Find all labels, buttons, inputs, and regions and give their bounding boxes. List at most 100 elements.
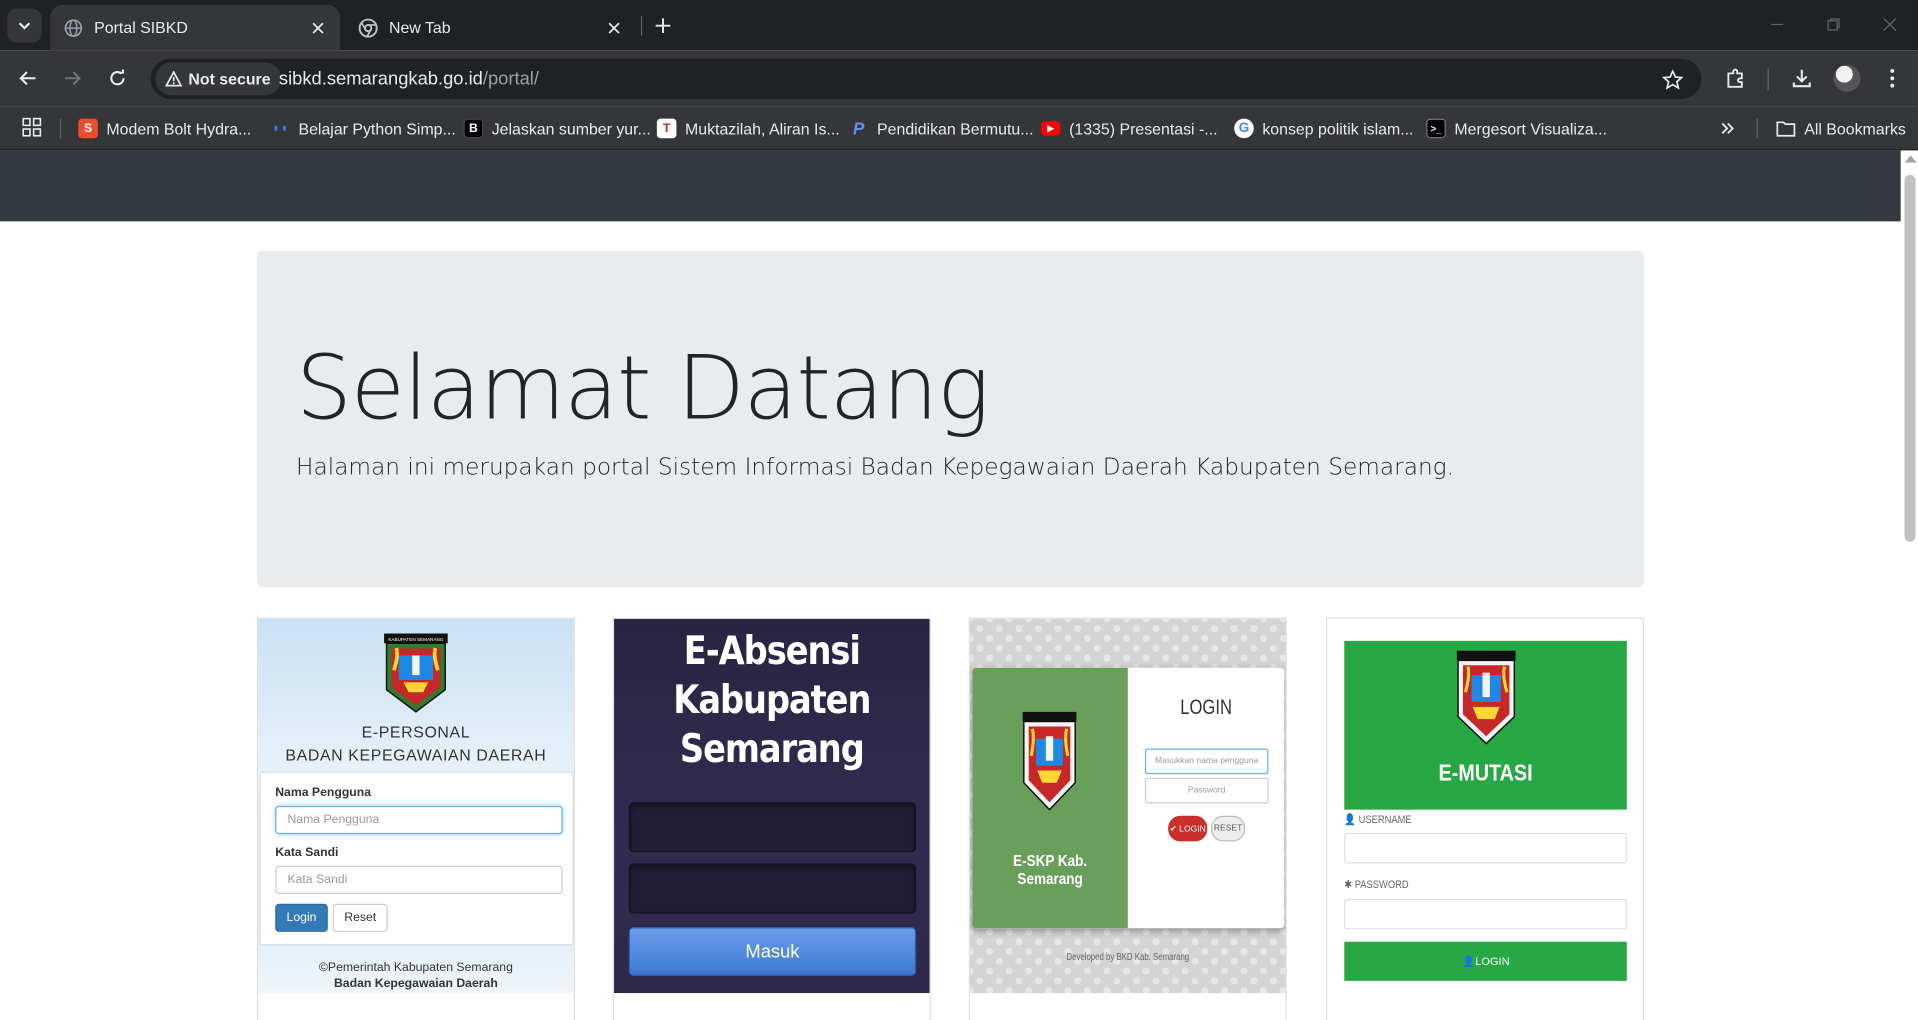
minimize-button[interactable] [1759, 10, 1796, 39]
folder-icon [1776, 119, 1796, 139]
eskp-login-panel: E-SKP Kab. Semarang LOGIN Masukkan nama … [972, 667, 1285, 929]
username-input[interactable]: Nama Pengguna [275, 805, 563, 835]
page-lead: Halaman ini merupakan portal Sistem Info… [296, 453, 1455, 481]
bookmark-label: (1335) Presentasi -... [1069, 119, 1218, 138]
url-path: /portal/ [482, 68, 539, 90]
eskp-brand-label: E-SKP Kab. Semarang [1013, 851, 1088, 888]
app-card-eabsensi[interactable]: E-Absensi Kabupaten Semarang Masuk [612, 617, 931, 1020]
reset-button[interactable]: Reset [332, 903, 388, 932]
app-card-epersonal[interactable]: KABUPATEN SEMARANG E-PERSONAL BADAN KEPE… [256, 617, 575, 1020]
bookmark-star-button[interactable] [1660, 67, 1684, 91]
security-chip[interactable]: Not secure [155, 62, 282, 96]
extensions-button[interactable] [1721, 64, 1750, 93]
welcome-jumbotron: Selamat Datang Halaman ini merupakan por… [256, 250, 1644, 588]
brainly-icon: B [463, 118, 484, 139]
dicoding-icon: ◗◖ [271, 121, 289, 136]
page-scrollbar[interactable] [1900, 150, 1918, 1020]
epersonal-subtitle: BADAN KEPEGAWAIAN DAERAH [285, 746, 547, 765]
arrow-right-icon [64, 71, 81, 86]
bookmark-item[interactable]: ▶ (1335) Presentasi -... [1040, 115, 1218, 142]
scroll-up-arrow-icon[interactable] [1904, 155, 1917, 163]
bookmark-label: Jelaskan sumber yur... [491, 119, 651, 138]
menu-button[interactable] [1878, 64, 1907, 93]
tab-new-tab[interactable]: New Tab [345, 5, 636, 50]
browser-toolbar: Not secure sibkd.semarangkab.go.id/porta… [0, 50, 1918, 107]
eskp-reset-button[interactable]: RESET [1210, 815, 1246, 842]
epersonal-footer-agency: Badan Kepegawaian Daerah [333, 977, 498, 991]
bookmark-label: Pendidikan Bermutu... [877, 119, 1034, 138]
download-icon [1792, 69, 1811, 88]
bookmark-item[interactable]: >_ Mergesort Visualiza... [1426, 115, 1607, 142]
reload-button[interactable] [103, 64, 132, 93]
app-card-emutasi[interactable]: E-MUTASI 👤 USERNAME ✱ PASSWORD 👤 LOGIN [1325, 617, 1644, 1020]
tab-title: Portal SIBKD [94, 18, 188, 37]
tab-title: New Tab [388, 18, 451, 37]
emutasi-login-button[interactable]: 👤 LOGIN [1344, 941, 1627, 981]
back-button[interactable] [13, 64, 42, 93]
all-bookmarks-button[interactable]: All Bookmarks [1776, 115, 1906, 142]
chevron-down-icon [18, 22, 31, 30]
kebab-menu-icon [1890, 68, 1895, 88]
tab-separator [640, 15, 643, 36]
eskp-developer-credit: Developed by BKD Kab. Semarang [1066, 951, 1190, 963]
masuk-button[interactable]: Masuk [628, 927, 917, 976]
address-bar[interactable]: Not secure sibkd.semarangkab.go.id/porta… [150, 58, 1702, 100]
emutasi-password-text: PASSWORD [1354, 878, 1409, 891]
close-tab-icon[interactable] [604, 18, 624, 38]
eabsensi-password-field[interactable] [628, 863, 917, 914]
google-icon: G [1234, 118, 1254, 139]
bookmark-item[interactable]: S Modem Bolt Hydra... [78, 115, 251, 142]
eskp-username-input[interactable]: Masukkan nama pengguna [1144, 748, 1269, 775]
eabsensi-username-field[interactable] [628, 802, 917, 853]
tab-portal-sibkd[interactable]: Portal SIBKD [50, 4, 341, 51]
downloads-button[interactable] [1787, 64, 1816, 93]
bookmark-item[interactable]: T Muktazilah, Aliran Is... [656, 115, 840, 142]
kabupaten-semarang-logo [1022, 711, 1077, 811]
app-card-eskp[interactable]: E-SKP Kab. Semarang LOGIN Masukkan nama … [968, 617, 1287, 1020]
forward-button[interactable] [57, 64, 86, 93]
new-tab-button[interactable] [650, 12, 677, 39]
url-host: sibkd.semarangkab.go.id [278, 68, 483, 90]
emutasi-username-input[interactable] [1344, 832, 1627, 864]
eabsensi-screenshot: E-Absensi Kabupaten Semarang Masuk [614, 618, 930, 994]
all-bookmarks-label: All Bookmarks [1804, 119, 1906, 138]
scrollbar-thumb[interactable] [1904, 174, 1916, 542]
arrow-left-icon [19, 71, 36, 86]
bookmark-item[interactable]: B Jelaskan sumber yur... [463, 115, 651, 142]
eskp-login-button[interactable]: ✔ LOGIN [1168, 815, 1208, 842]
bookmarks-separator [59, 118, 62, 139]
bookmark-item[interactable]: P Pendidikan Bermutu... [849, 115, 1034, 142]
paypal-like-icon: P [852, 118, 865, 139]
login-button[interactable]: Login [275, 903, 328, 932]
restore-button[interactable] [1815, 10, 1852, 39]
t-icon: T [656, 118, 677, 139]
terminal-icon: >_ [1426, 118, 1446, 139]
tab-strip: Portal SIBKD New Tab [0, 0, 1918, 51]
epersonal-footer-copyright: ©Pemerintah Kabupaten Semarang [318, 961, 513, 975]
epersonal-title: E-PERSONAL [361, 722, 471, 742]
user-icon: 👤 [1461, 954, 1476, 967]
chrome-icon [358, 17, 378, 38]
eabsensi-title-line: Semarang [679, 725, 865, 772]
reload-icon [110, 69, 125, 86]
tab-search-button[interactable] [7, 8, 42, 43]
emutasi-password-input[interactable] [1344, 898, 1627, 930]
bookmark-item[interactable]: G konsep politik islam... [1234, 115, 1413, 142]
close-tab-icon[interactable] [308, 18, 328, 38]
epersonal-screenshot: KABUPATEN SEMARANG E-PERSONAL BADAN KEPE… [258, 618, 574, 994]
apps-grid-icon[interactable] [22, 117, 42, 137]
password-input[interactable]: Kata Sandi [275, 865, 563, 895]
double-chevron-right-icon [1721, 122, 1734, 134]
close-window-button[interactable] [1871, 10, 1908, 39]
logo-caption: KABUPATEN SEMARANG [388, 637, 443, 642]
bookmarks-separator [1756, 118, 1758, 139]
profile-avatar[interactable] [1833, 64, 1861, 92]
more-bookmarks-button[interactable] [1716, 117, 1738, 139]
bookmark-item[interactable]: ◗◖ Belajar Python Simp... [270, 115, 456, 142]
eskp-password-input[interactable]: Password [1144, 777, 1269, 804]
url-text[interactable]: sibkd.semarangkab.go.id/portal/ [279, 68, 539, 89]
username-label: Nama Pengguna [275, 786, 372, 800]
star-icon [1661, 69, 1683, 90]
bookmark-label: Mergesort Visualiza... [1454, 119, 1607, 138]
eabsensi-title-line: E-Absensi [683, 627, 861, 674]
